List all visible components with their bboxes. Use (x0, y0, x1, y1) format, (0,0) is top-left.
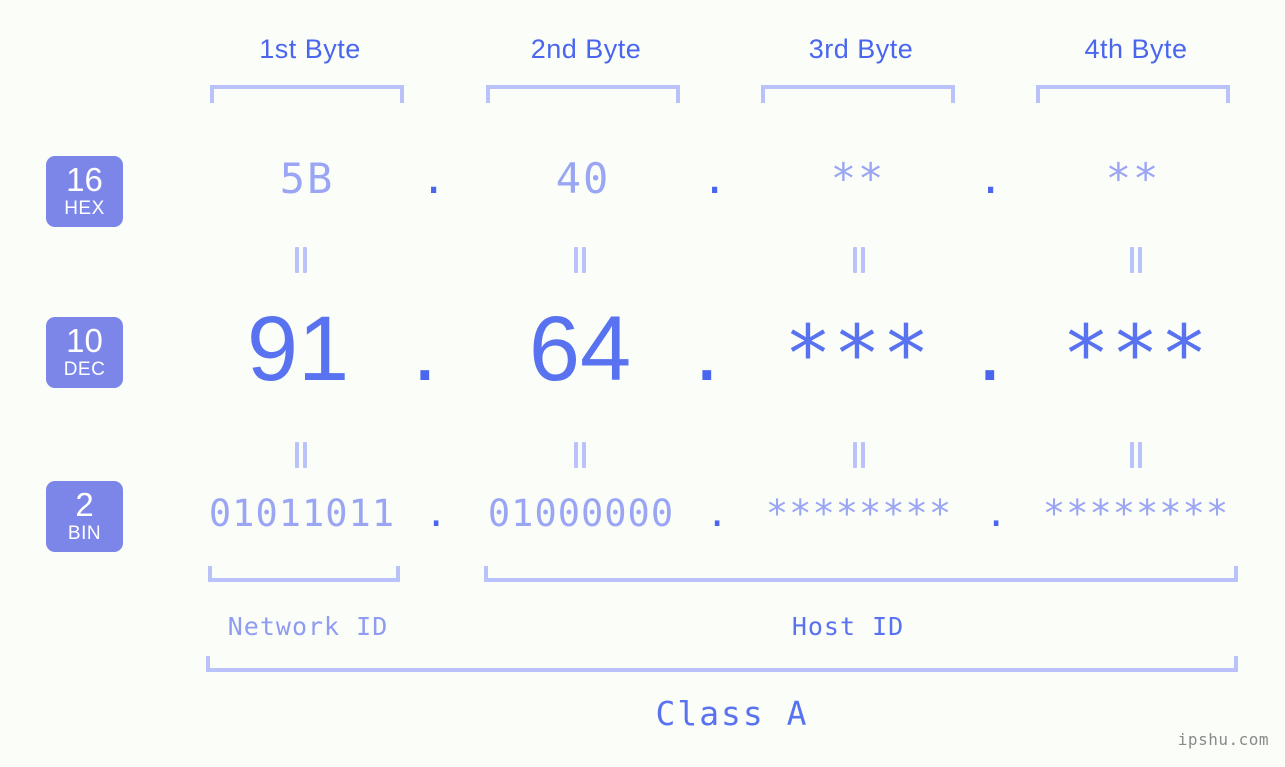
byte-header-1: 1st Byte (259, 34, 361, 64)
dec-byte-4: *** (1062, 310, 1210, 400)
byte-bracket-2 (486, 85, 680, 103)
hex-byte-3: ** (830, 154, 886, 203)
byte-header-4: 4th Byte (1084, 34, 1188, 64)
class-bracket (206, 656, 1238, 672)
equals-connector-dec-bin-1 (292, 442, 310, 468)
dec-byte-3: *** (784, 310, 932, 400)
dec-byte-2: 64 (528, 298, 632, 400)
equals-connector-dec-bin-2 (571, 442, 589, 468)
class-label: Class A (655, 694, 809, 733)
bin-byte-4: ******** (1042, 492, 1230, 535)
hex-byte-4: ** (1105, 154, 1161, 203)
byte-bracket-4 (1036, 85, 1230, 103)
equals-connector-dec-bin-4 (1127, 442, 1145, 468)
bin-byte-2: 01000000 (487, 492, 675, 535)
host-id-label: Host ID (791, 612, 905, 641)
hex-separator-3: . (978, 154, 1004, 203)
byte-header-2: 2nd Byte (530, 34, 642, 64)
hex-separator-2: . (702, 154, 728, 203)
network-id-label: Network ID (227, 612, 389, 641)
equals-connector-dec-bin-3 (850, 442, 868, 468)
dec-separator-1: . (412, 298, 438, 400)
network-id-bracket (208, 566, 400, 582)
byte-header-3: 3rd Byte (808, 34, 914, 64)
dec-separator-3: . (977, 298, 1003, 400)
hex-byte-2: 40 (555, 154, 611, 203)
host-id-bracket (484, 566, 1238, 582)
bin-value-row: 01011011 . 01000000 . ******** . *******… (0, 492, 1285, 548)
byte-bracket-1 (210, 85, 404, 103)
site-watermark: ipshu.com (1177, 730, 1269, 749)
hex-separator-1: . (421, 154, 447, 203)
bin-separator-2: . (706, 492, 729, 535)
equals-connector-hex-dec-2 (571, 247, 589, 273)
hex-byte-1: 5B (279, 154, 335, 203)
bin-byte-3: ******** (765, 492, 953, 535)
ip-address-breakdown-diagram: 1st Byte 2nd Byte 3rd Byte 4th Byte 16 H… (0, 0, 1285, 767)
hex-value-row: 5B . 40 . ** . ** (0, 155, 1285, 215)
equals-connector-hex-dec-3 (850, 247, 868, 273)
dec-value-row: 91 . 64 . *** . *** (0, 299, 1285, 419)
dec-separator-2: . (694, 298, 720, 400)
bin-separator-1: . (425, 492, 448, 535)
bin-byte-1: 01011011 (208, 492, 396, 535)
byte-bracket-3 (761, 85, 955, 103)
dec-byte-1: 91 (246, 298, 350, 400)
equals-connector-hex-dec-1 (292, 247, 310, 273)
equals-connector-hex-dec-4 (1127, 247, 1145, 273)
bin-separator-3: . (985, 492, 1008, 535)
